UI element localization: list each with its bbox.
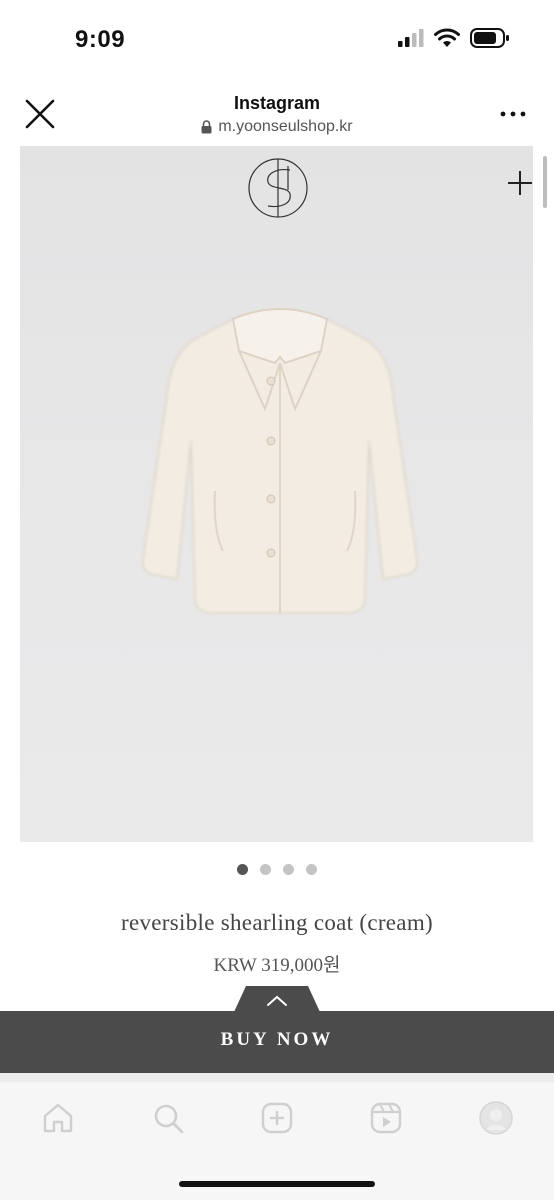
coat-illustration: [141, 308, 419, 614]
carousel-dot[interactable]: [237, 864, 248, 875]
browser-title: Instagram: [233, 93, 321, 113]
lock-icon: [201, 120, 212, 134]
more-options-icon[interactable]: [498, 106, 528, 122]
url-display[interactable]: m.yoonseulshop.kr: [0, 118, 554, 136]
home-indicator[interactable]: [179, 1181, 375, 1187]
wifi-icon: [434, 28, 460, 47]
add-icon[interactable]: [505, 168, 533, 198]
product-image[interactable]: [20, 146, 533, 842]
create-icon[interactable]: [259, 1100, 295, 1136]
scroll-indicator[interactable]: [543, 156, 547, 208]
buy-now-label: BUY NOW: [220, 1029, 334, 1050]
expand-tab[interactable]: [234, 986, 320, 1012]
carousel-dot[interactable]: [260, 864, 271, 875]
url-text: m.yoonseulshop.kr: [218, 118, 353, 135]
browser-header: Instagram m.yoonseulshop.kr: [0, 82, 554, 144]
reels-icon[interactable]: [368, 1100, 404, 1136]
carousel-dot[interactable]: [283, 864, 294, 875]
status-bar: 9:09: [0, 0, 554, 80]
profile-avatar[interactable]: [478, 1100, 514, 1136]
status-time: 9:09: [75, 26, 126, 53]
product-price: KRW 319,000원: [213, 955, 341, 976]
search-icon[interactable]: [150, 1100, 186, 1136]
carousel-indicator: [0, 864, 554, 875]
buy-now-button[interactable]: BUY NOW: [0, 1011, 554, 1073]
brand-logo-icon: [248, 158, 308, 218]
battery-icon: [470, 28, 509, 48]
home-icon[interactable]: [40, 1100, 76, 1136]
carousel-dot[interactable]: [306, 864, 317, 875]
product-name: reversible shearling coat (cream): [121, 910, 433, 935]
signal-icon: [398, 29, 424, 47]
status-icons: [398, 28, 510, 48]
